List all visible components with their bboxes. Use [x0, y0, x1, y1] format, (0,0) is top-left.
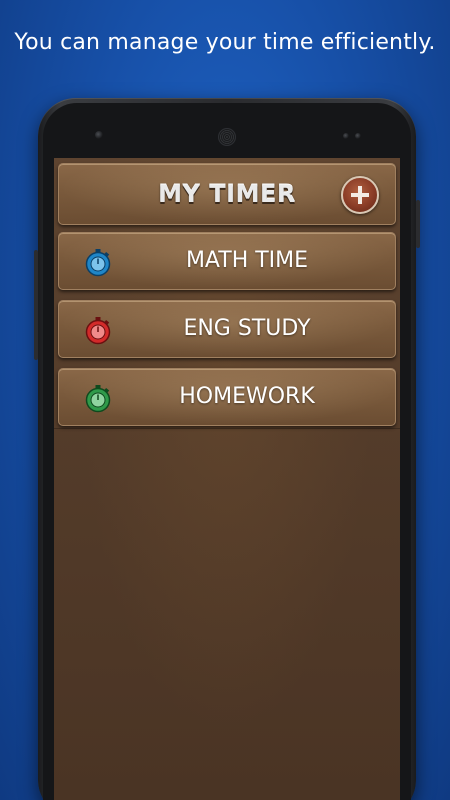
- timer-label: HOMEWORK: [179, 384, 315, 409]
- add-timer-button[interactable]: [341, 176, 379, 214]
- plus-icon: [351, 186, 369, 204]
- phone-side-button-right: [416, 200, 420, 248]
- front-camera: [95, 131, 103, 139]
- timer-label: ENG STUDY: [183, 316, 311, 341]
- tagline: You can manage your time efficiently.: [14, 30, 436, 55]
- timer-item-eng-study[interactable]: ENG STUDY: [58, 300, 396, 358]
- proximity-sensor: [343, 133, 349, 139]
- timer-label: MATH TIME: [185, 248, 309, 273]
- title-bar: MY TIMER: [58, 163, 396, 225]
- timer-item-homework[interactable]: HOMEWORK: [58, 368, 396, 426]
- speaker-grille: [218, 128, 236, 146]
- light-sensor: [355, 133, 361, 139]
- phone-side-button-left: [34, 250, 38, 360]
- app-screen: MY TIMER MATH TIME ENG STUDY HOMEWORK: [54, 158, 400, 800]
- list-divider: [54, 428, 400, 429]
- timer-item-math-time[interactable]: MATH TIME: [58, 232, 396, 290]
